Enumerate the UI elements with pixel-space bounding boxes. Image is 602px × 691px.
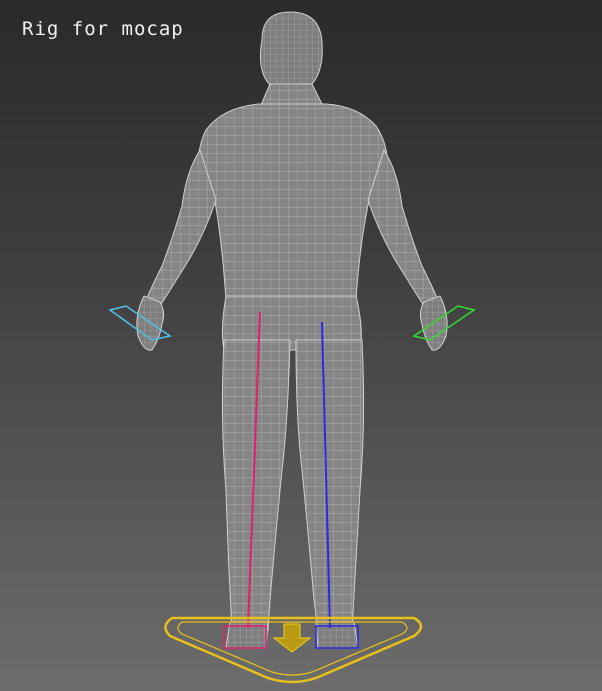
left-leg [221,339,291,631]
torso [197,103,389,301]
head [259,11,323,93]
scene-canvas[interactable] [0,0,602,691]
3d-viewport[interactable]: Rig for mocap [0,0,602,691]
root-control[interactable] [164,616,423,684]
character-mesh[interactable] [136,11,448,649]
left-arm [145,148,217,307]
right-arm [367,148,439,307]
